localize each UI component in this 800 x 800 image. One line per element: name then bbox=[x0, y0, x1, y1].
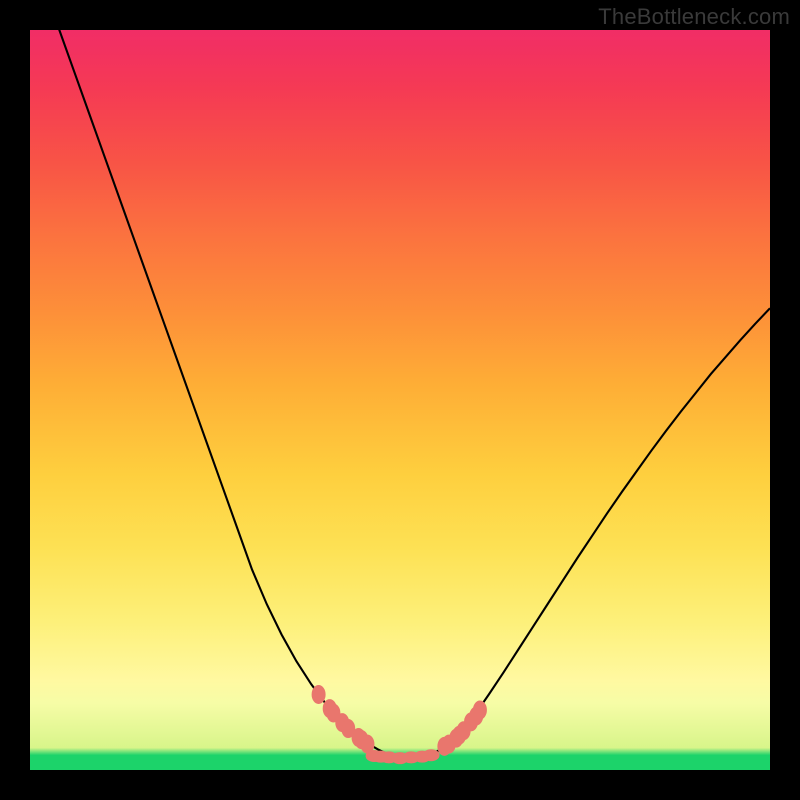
data-marker bbox=[473, 701, 486, 719]
markers-bottom-flat bbox=[366, 750, 439, 764]
bottleneck-curve bbox=[30, 30, 770, 757]
plot-area bbox=[30, 30, 770, 770]
chart-frame: TheBottleneck.com bbox=[0, 0, 800, 800]
data-marker bbox=[312, 686, 325, 704]
markers-right-cluster bbox=[438, 701, 487, 755]
watermark-text: TheBottleneck.com bbox=[598, 4, 790, 30]
chart-svg bbox=[30, 30, 770, 770]
data-marker bbox=[423, 750, 439, 761]
markers-left-cluster bbox=[312, 686, 374, 754]
